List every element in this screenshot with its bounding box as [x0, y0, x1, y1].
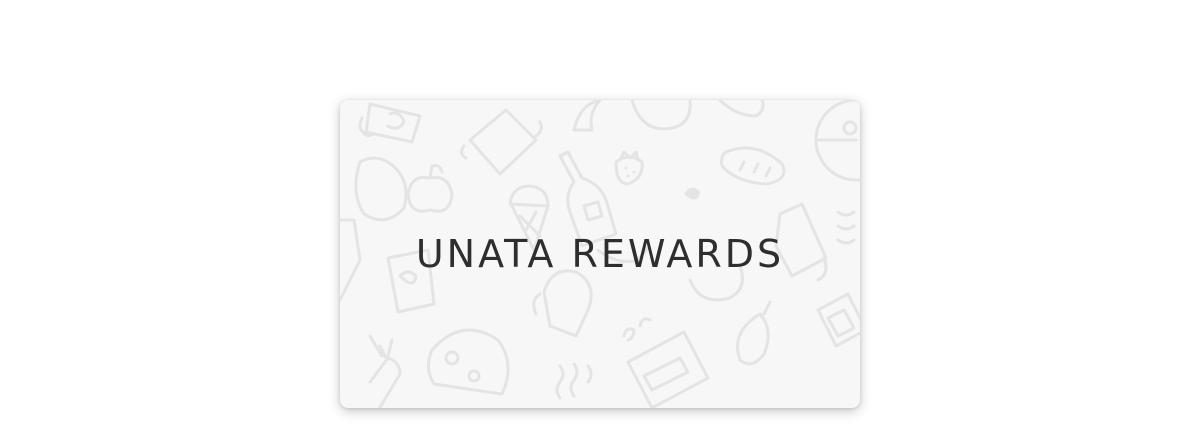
page: UNATA REWARDS	[0, 0, 1200, 438]
card-title: UNATA REWARDS	[415, 232, 785, 276]
rewards-card[interactable]: UNATA REWARDS	[340, 100, 860, 408]
